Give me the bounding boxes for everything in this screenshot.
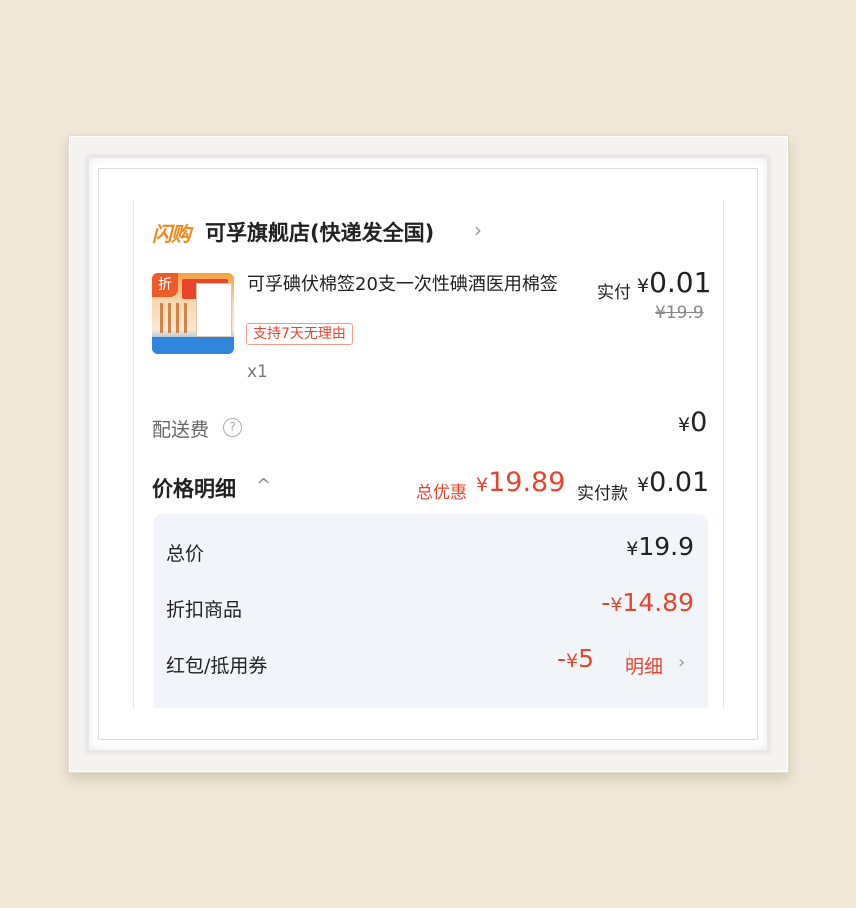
product-pack-art	[196, 283, 232, 337]
discounted-items-value: 14.89	[622, 588, 694, 617]
question-mark-icon[interactable]: ?	[223, 418, 242, 437]
total-discount-amount: ¥19.89	[476, 467, 565, 498]
coupon-amount: -¥5	[557, 644, 594, 673]
shipping-fee-value: 0	[690, 407, 708, 438]
swab-art	[176, 303, 179, 333]
price-details-toggle[interactable]: 价格明细	[152, 473, 236, 503]
swab-art	[168, 303, 171, 333]
product-quantity: x1	[247, 362, 268, 382]
amount-sign: -	[601, 588, 611, 617]
product-name[interactable]: 可孚碘伏棉签20支一次性碘酒医用棉签	[247, 273, 567, 296]
total-discount-value: 19.89	[488, 467, 566, 498]
swab-art	[184, 303, 187, 333]
currency-symbol: ¥	[678, 414, 691, 436]
swab-art	[160, 303, 163, 333]
total-price-label: 总价	[166, 543, 205, 565]
discount-tag: 折	[152, 273, 178, 297]
flash-buy-badge: 闪购	[152, 222, 191, 246]
price-breakdown-panel: 总价 ¥19.9 折扣商品 -¥14.89 红包/抵用券 -¥5 明细 ›	[153, 514, 708, 708]
shipping-fee-label: 配送费	[152, 419, 210, 441]
currency-symbol: ¥	[610, 594, 623, 616]
coupon-label: 红包/抵用券	[166, 655, 268, 677]
currency-symbol: ¥	[637, 275, 650, 297]
actual-payment-label: 实付款	[577, 484, 628, 504]
return-policy-badge: 支持7天无理由	[246, 323, 353, 345]
order-card: 闪购 可孚旗舰店(快递发全国) › 折 可孚碘伏棉签20支一次性碘酒医用棉签 支…	[133, 200, 724, 708]
discounted-items-amount: -¥14.89	[601, 588, 694, 617]
coupon-value: 5	[578, 644, 595, 673]
actual-payment-value: 0.01	[649, 467, 710, 498]
product-banner-art	[152, 337, 234, 354]
currency-symbol: ¥	[626, 538, 639, 560]
shop-name-link[interactable]: 可孚旗舰店(快递发全国)	[205, 217, 434, 247]
coupon-details-link[interactable]: 明细	[625, 652, 663, 679]
paid-label: 实付	[597, 283, 631, 303]
product-thumbnail[interactable]: 折	[152, 273, 234, 354]
currency-symbol: ¥	[566, 650, 579, 672]
discounted-items-label: 折扣商品	[166, 599, 243, 621]
total-discount-label: 总优惠	[416, 483, 467, 503]
chevron-right-icon[interactable]: ›	[474, 218, 482, 242]
amount-sign: -	[557, 644, 567, 673]
original-price: ¥19.9	[655, 303, 704, 323]
chevron-right-icon[interactable]: ›	[678, 652, 685, 673]
total-price-amount: ¥19.9	[626, 532, 694, 561]
currency-symbol: ¥	[476, 474, 489, 496]
shipping-fee-amount: ¥0	[678, 407, 707, 438]
total-price-value: 19.9	[638, 532, 694, 561]
chevron-up-icon[interactable]: ^	[256, 475, 271, 496]
currency-symbol: ¥	[637, 474, 650, 496]
paid-amount: ¥0.01	[637, 266, 711, 299]
paid-amount-value: 0.01	[649, 266, 712, 299]
actual-payment-amount: ¥0.01	[637, 467, 709, 498]
